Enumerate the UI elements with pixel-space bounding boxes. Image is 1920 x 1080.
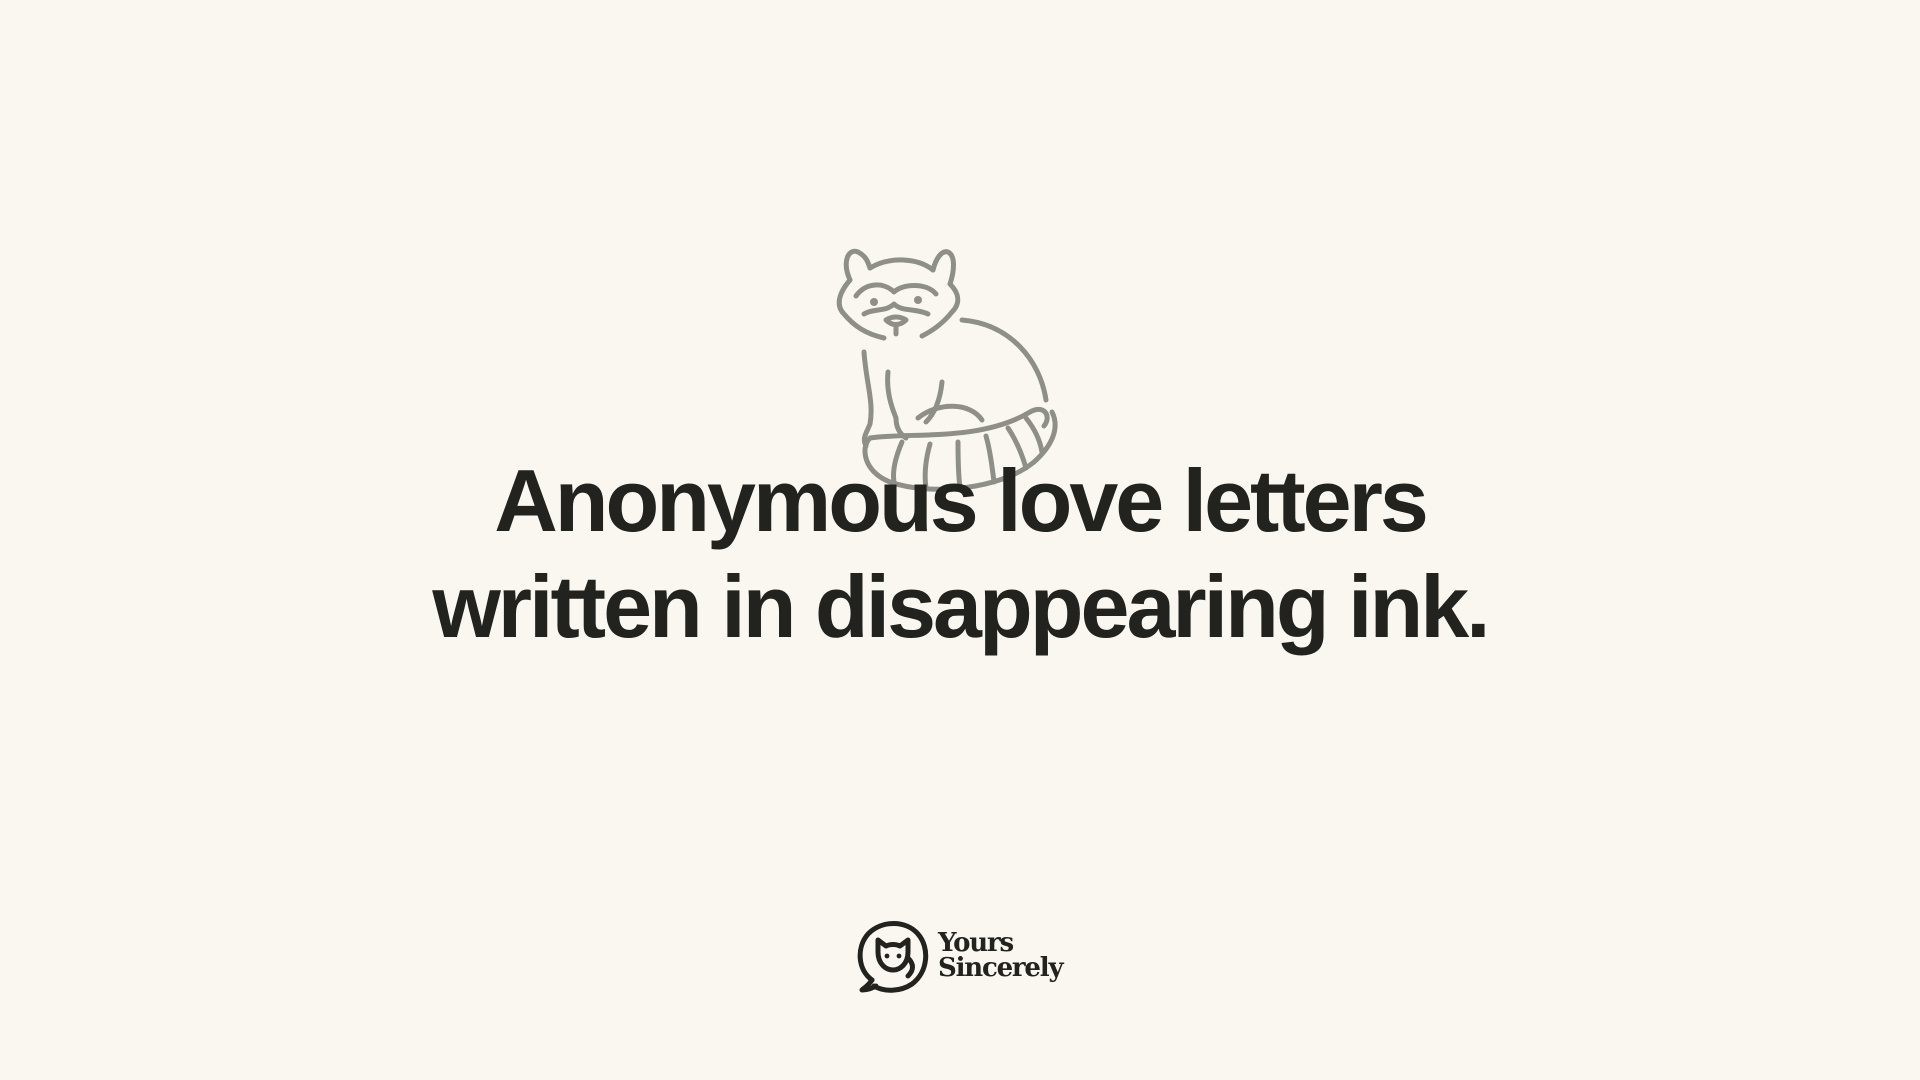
brand-logo: Yours Sincerely (852, 918, 1064, 994)
hero-headline: Anonymous love letters written in disapp… (0, 448, 1920, 660)
brand-name-line-2: Sincerely (938, 953, 1064, 983)
headline-line-2: written in disappearing ink. (432, 557, 1490, 656)
cat-speech-bubble-icon (852, 918, 932, 994)
headline-line-1: Anonymous love letters (494, 451, 1429, 550)
brand-name: Yours Sincerely (938, 930, 1064, 983)
